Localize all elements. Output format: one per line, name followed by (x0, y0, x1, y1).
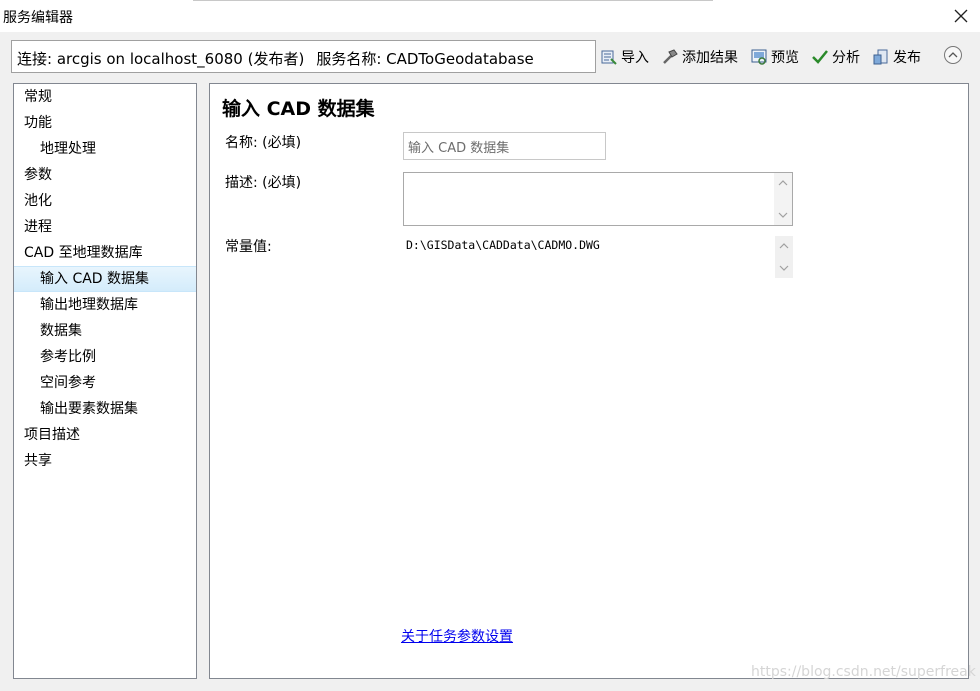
nav-item-processes[interactable]: 进程 (14, 214, 196, 240)
add-result-button[interactable]: 添加结果 (661, 47, 738, 67)
nav-item-cad-to-geodatabase[interactable]: CAD 至地理数据库 (14, 240, 196, 266)
publish-label: 发布 (893, 50, 921, 66)
analyze-button[interactable]: 分析 (811, 47, 860, 67)
import-icon (600, 48, 618, 66)
constant-value-field[interactable]: D:\GISData\CADData\CADMO.DWG (403, 236, 793, 278)
preview-icon (750, 48, 768, 66)
chevron-down-icon (779, 265, 789, 271)
chevron-up-icon (778, 180, 788, 186)
task-parameter-help-link[interactable]: 关于任务参数设置 (401, 626, 513, 646)
nav-item-geoprocessing[interactable]: 地理处理 (14, 136, 196, 162)
constant-value-text: D:\GISData\CADData\CADMO.DWG (406, 238, 600, 252)
description-label: 描述: (必填) (225, 175, 302, 191)
nav-item-capabilities[interactable]: 功能 (14, 110, 196, 136)
description-textarea[interactable] (403, 172, 793, 226)
chevron-down-icon (778, 212, 788, 218)
description-scrollbar[interactable] (774, 173, 792, 225)
preview-label: 预览 (771, 50, 799, 66)
close-button[interactable] (950, 5, 972, 27)
nav-item-pooling[interactable]: 池化 (14, 188, 196, 214)
checkmark-icon (811, 48, 829, 66)
name-input[interactable] (403, 132, 606, 160)
publish-icon (872, 48, 890, 66)
scroll-up-arrow[interactable] (778, 240, 790, 252)
connection-info: 连接: arcgis on localhost_6080 (发布者) 服务名称: … (11, 40, 596, 73)
nav-item-parameters[interactable]: 参数 (14, 162, 196, 188)
scroll-down-arrow[interactable] (778, 262, 790, 274)
preview-button[interactable]: 预览 (750, 47, 799, 67)
nav-item-input-cad-dataset[interactable]: 输入 CAD 数据集 (14, 266, 196, 292)
nav-item-reference-scale[interactable]: 参考比例 (14, 344, 196, 370)
connection-label: 连接: arcgis on localhost_6080 (发布者) (17, 50, 305, 68)
import-button[interactable]: 导入 (600, 47, 649, 67)
scroll-up-arrow[interactable] (777, 177, 789, 189)
scroll-down-arrow[interactable] (777, 209, 789, 221)
collapse-button[interactable] (944, 46, 962, 64)
chevron-up-icon (948, 52, 958, 58)
parameter-panel: 输入 CAD 数据集 名称: (必填) 描述: (必填) 常量值: D:\GIS… (209, 83, 969, 679)
constant-value-label: 常量值: (225, 239, 272, 255)
nav-item-general[interactable]: 常规 (14, 84, 196, 110)
nav-item-sharing[interactable]: 共享 (14, 448, 196, 474)
constant-value-scrollbar[interactable] (775, 236, 793, 278)
title-bar: 服务编辑器 (0, 0, 980, 32)
hammer-icon (661, 48, 679, 66)
add-result-label: 添加结果 (682, 50, 738, 66)
panel-title: 输入 CAD 数据集 (222, 98, 375, 120)
toolbar: 导入 添加结果 预览 分析 发布 (600, 44, 933, 70)
window-title: 服务编辑器 (3, 10, 73, 26)
chevron-up-icon (779, 243, 789, 249)
analyze-label: 分析 (832, 50, 860, 66)
nav-item-output-geodatabase[interactable]: 输出地理数据库 (14, 292, 196, 318)
title-divider (193, 0, 713, 1)
close-icon (954, 9, 968, 23)
watermark: https://blog.csdn.net/superfreak (751, 664, 976, 680)
name-label: 名称: (必填) (225, 135, 302, 151)
nav-item-spatial-reference[interactable]: 空间参考 (14, 370, 196, 396)
nav-item-dataset[interactable]: 数据集 (14, 318, 196, 344)
service-name-label: 服务名称: CADToGeodatabase (316, 50, 534, 68)
settings-nav: 常规 功能 地理处理 参数 池化 进程 CAD 至地理数据库 输入 CAD 数据… (13, 83, 197, 679)
nav-item-output-feature-dataset[interactable]: 输出要素数据集 (14, 396, 196, 422)
nav-item-item-description[interactable]: 项目描述 (14, 422, 196, 448)
publish-button[interactable]: 发布 (872, 47, 921, 67)
import-label: 导入 (621, 50, 649, 66)
